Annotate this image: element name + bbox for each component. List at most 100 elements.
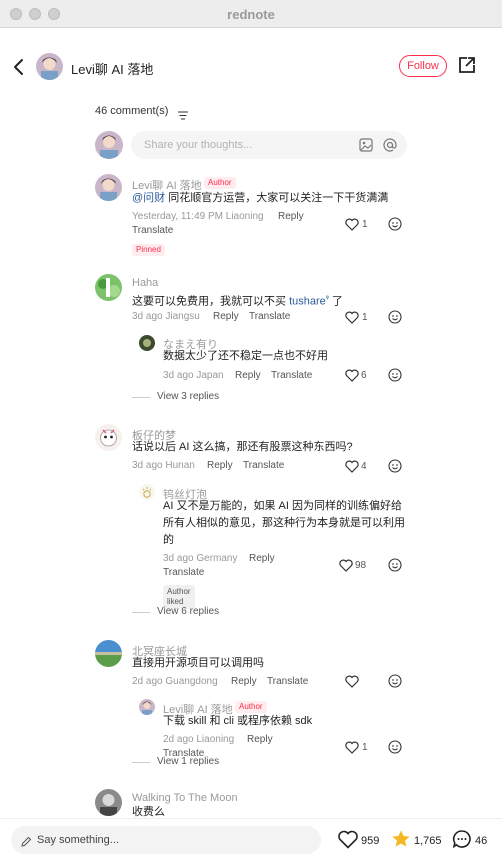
comment-meta: 3d ago Japan <box>163 370 224 381</box>
avatar[interactable] <box>95 789 122 816</box>
post-like-count: 959 <box>361 835 380 847</box>
comment-meta: Yesterday, 11:49 PM Liaoning <box>132 211 264 222</box>
follow-button[interactable]: Follow <box>399 55 447 77</box>
replies-divider <box>132 397 150 398</box>
emoji-button[interactable] <box>388 217 402 231</box>
comments-count: 46 comment(s) <box>95 105 169 117</box>
chat-icon <box>452 830 471 849</box>
comment-meta: 2d ago Guangdong <box>132 676 218 687</box>
share-button[interactable] <box>457 55 477 75</box>
heart-icon <box>339 559 353 572</box>
comment-meta: 3d ago Germany <box>163 553 238 564</box>
author-badge: Author <box>235 701 267 713</box>
avatar[interactable] <box>95 274 122 301</box>
window-titlebar: rednote <box>0 0 502 28</box>
view-replies-button[interactable]: View 6 replies <box>157 606 219 617</box>
translate-button[interactable]: Translate <box>267 676 308 687</box>
author-badge: Author <box>204 177 236 189</box>
avatar[interactable] <box>95 640 122 667</box>
translate-button[interactable]: Translate <box>243 460 284 471</box>
like-button[interactable] <box>339 559 353 572</box>
heart-icon <box>345 675 359 688</box>
heart-icon <box>345 741 359 754</box>
like-button[interactable] <box>345 460 359 473</box>
comment-meta: 3d ago Hunan <box>132 460 195 471</box>
like-button[interactable] <box>345 675 359 688</box>
comment-text: 话说以后 AI 这么搞，那还有股票这种东西吗? <box>132 441 353 453</box>
like-count: 4 <box>361 461 367 472</box>
post-collect-count: 1,765 <box>414 835 442 847</box>
reply-button[interactable]: Reply <box>207 460 233 471</box>
avatar[interactable] <box>139 484 155 500</box>
pinned-badge: Pinned <box>132 244 165 256</box>
comment-text: 这要可以免费用，我就可以不买 tushareᵠ 了 <box>132 295 343 308</box>
share-icon <box>459 57 475 73</box>
avatar[interactable] <box>95 174 122 201</box>
emoji-icon <box>388 558 402 572</box>
at-icon[interactable] <box>383 138 397 152</box>
like-count: 98 <box>355 560 367 571</box>
post-comment-count: 46 <box>475 835 488 847</box>
commenter-name[interactable]: Haha <box>132 277 158 289</box>
emoji-icon <box>388 368 402 382</box>
reply-button[interactable]: Reply <box>213 311 239 322</box>
emoji-button[interactable] <box>388 558 402 572</box>
collect-post-button[interactable] <box>391 829 411 849</box>
emoji-button[interactable] <box>388 368 402 382</box>
like-count: 6 <box>361 370 367 381</box>
author-avatar[interactable] <box>36 53 63 80</box>
translate-button[interactable]: Translate <box>271 370 312 381</box>
image-icon[interactable] <box>359 138 373 152</box>
comment-text: @问财 同花顺官方运营，大家可以关注一下干货满满 <box>132 192 389 204</box>
like-button[interactable] <box>345 218 359 231</box>
topic-link[interactable]: tushare <box>289 296 326 308</box>
author-name[interactable]: Levi聊 AI 落地 <box>71 59 153 78</box>
like-button[interactable] <box>345 741 359 754</box>
my-avatar <box>95 131 123 159</box>
sort-icon[interactable] <box>178 107 188 120</box>
view-replies-button[interactable]: View 1 replies <box>157 756 219 767</box>
comment-text: 直接用开源项目可以调用吗 <box>132 657 264 669</box>
like-count: 1 <box>362 312 368 323</box>
comment-text: 下载 skill 和 cli 或程序依赖 sdk <box>163 715 313 727</box>
heart-icon <box>345 311 359 324</box>
avatar[interactable] <box>95 424 122 451</box>
commenter-name[interactable]: Walking To The Moon <box>132 792 238 804</box>
translate-button[interactable]: Translate <box>163 567 204 578</box>
avatar[interactable] <box>139 699 155 715</box>
post-header: Levi聊 AI 落地 Follow <box>0 28 502 104</box>
reply-button[interactable]: Reply <box>249 553 275 564</box>
reply-button[interactable]: Reply <box>247 734 273 745</box>
emoji-button[interactable] <box>388 674 402 688</box>
reply-button[interactable]: Reply <box>278 211 304 222</box>
like-post-button[interactable] <box>338 830 358 849</box>
emoji-button[interactable] <box>388 310 402 324</box>
emoji-icon <box>388 310 402 324</box>
replies-divider <box>132 612 150 613</box>
emoji-button[interactable] <box>388 740 402 754</box>
bottom-bar: 959 1,765 46 <box>0 818 502 859</box>
avatar[interactable] <box>139 335 155 351</box>
replies-divider <box>132 762 150 763</box>
heart-icon <box>345 218 359 231</box>
view-replies-button[interactable]: View 3 replies <box>157 391 219 402</box>
reply-button[interactable]: Reply <box>235 370 261 381</box>
back-button[interactable] <box>10 56 30 78</box>
window-title: rednote <box>227 7 275 22</box>
star-icon <box>392 830 410 847</box>
emoji-icon <box>388 740 402 754</box>
back-icon <box>14 59 23 75</box>
reply-button[interactable]: Reply <box>231 676 257 687</box>
comment-post-button[interactable] <box>452 829 472 849</box>
say-something-input[interactable] <box>11 826 321 854</box>
translate-button[interactable]: Translate <box>132 225 173 236</box>
like-button[interactable] <box>345 369 359 382</box>
heart-icon <box>345 369 359 382</box>
like-button[interactable] <box>345 311 359 324</box>
emoji-icon <box>388 674 402 688</box>
emoji-button[interactable] <box>388 459 402 473</box>
translate-button[interactable]: Translate <box>249 311 290 322</box>
emoji-icon <box>388 217 402 231</box>
mention-link[interactable]: @问财 <box>132 192 165 204</box>
comment-meta: 3d ago Jiangsu <box>132 311 200 322</box>
